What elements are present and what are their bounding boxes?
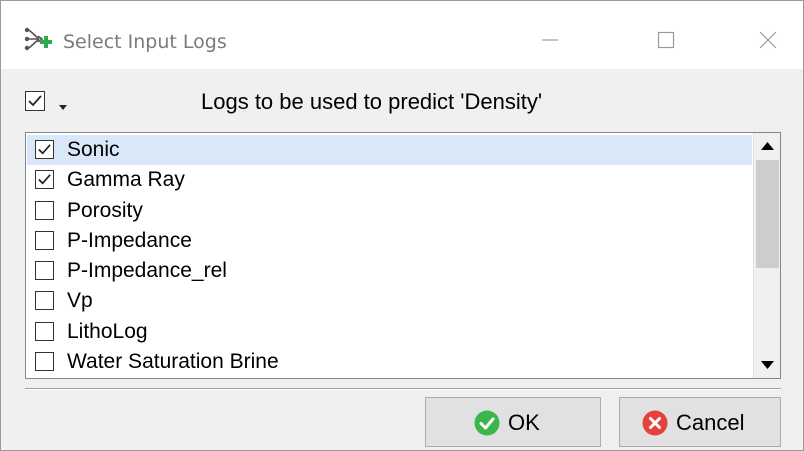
log-checkbox[interactable] xyxy=(35,140,54,159)
log-checkbox[interactable] xyxy=(35,230,54,250)
log-checkbox[interactable] xyxy=(35,170,54,190)
log-item-label: P-Impedance xyxy=(67,228,192,252)
arrow-up-icon xyxy=(761,142,774,150)
scroll-thumb[interactable] xyxy=(756,160,779,268)
select-all-checkbox[interactable] xyxy=(25,91,45,111)
log-item-label: Gamma Ray xyxy=(67,168,185,192)
scroll-up-button[interactable] xyxy=(755,134,780,158)
log-item-label: Water Saturation Brine xyxy=(67,350,279,374)
log-item-label: Sonic xyxy=(67,138,120,161)
select-input-logs-dialog: Select Input Logs Logs to be used to pre… xyxy=(0,0,804,451)
vertical-scrollbar[interactable] xyxy=(753,133,780,378)
green-check-icon xyxy=(474,410,500,436)
arrow-down-icon xyxy=(761,361,774,369)
log-item-sonic[interactable]: Sonic xyxy=(27,135,752,166)
log-item-gamma-ray[interactable]: Gamma Ray xyxy=(27,165,752,195)
red-x-icon xyxy=(642,410,668,436)
log-checkbox[interactable] xyxy=(35,321,54,341)
log-item-label: P-Impedance_rel xyxy=(67,259,227,283)
close-button[interactable] xyxy=(739,17,797,63)
cancel-button[interactable]: Cancel xyxy=(619,397,781,447)
scroll-down-button[interactable] xyxy=(755,353,780,377)
log-item-label: Porosity xyxy=(67,198,143,222)
cancel-label: Cancel xyxy=(676,410,745,435)
log-checkbox[interactable] xyxy=(35,261,54,281)
dropdown-arrow-icon[interactable] xyxy=(57,99,69,117)
logs-list: Sonic Gamma Ray Porosity P-Impedance P-I… xyxy=(27,135,752,377)
minimize-button[interactable] xyxy=(521,17,579,63)
footer-separator xyxy=(25,388,781,390)
log-item-p-impedance-rel[interactable]: P-Impedance_rel xyxy=(27,256,752,286)
log-item-label: Vp xyxy=(67,289,93,313)
maximize-button[interactable] xyxy=(637,17,695,63)
log-item-water-saturation-brine[interactable]: Water Saturation Brine xyxy=(27,347,752,377)
log-item-litholog[interactable]: LithoLog xyxy=(27,317,752,347)
log-checkbox[interactable] xyxy=(35,352,54,372)
header-row: Logs to be used to predict 'Density' xyxy=(1,69,803,129)
window-title: Select Input Logs xyxy=(63,31,227,53)
logs-header-label: Logs to be used to predict 'Density' xyxy=(201,89,543,114)
log-item-porosity[interactable]: Porosity xyxy=(27,196,752,226)
logs-listbox[interactable]: Sonic Gamma Ray Porosity P-Impedance P-I… xyxy=(25,132,781,379)
checkmark-icon xyxy=(38,174,51,185)
title-bar[interactable]: Select Input Logs xyxy=(1,1,803,69)
checkmark-icon xyxy=(38,144,51,155)
checkmark-icon xyxy=(28,95,42,107)
input-logs-icon xyxy=(23,27,53,51)
log-item-vp[interactable]: Vp xyxy=(27,286,752,316)
log-checkbox[interactable] xyxy=(35,200,54,220)
log-item-label: LithoLog xyxy=(67,319,148,343)
log-checkbox[interactable] xyxy=(35,291,54,311)
ok-button[interactable]: OK xyxy=(425,397,601,447)
ok-label: OK xyxy=(508,410,540,435)
log-item-p-impedance[interactable]: P-Impedance xyxy=(27,226,752,256)
